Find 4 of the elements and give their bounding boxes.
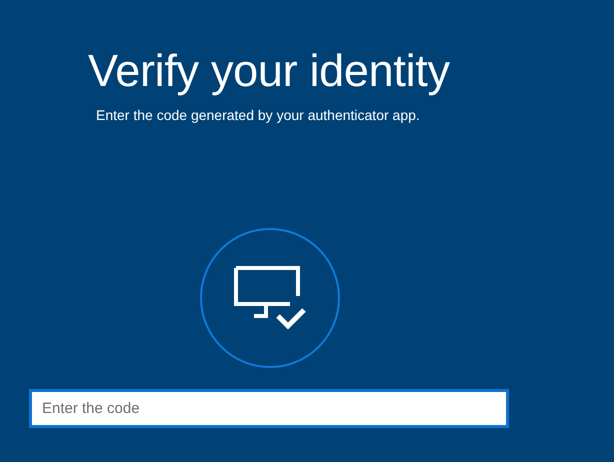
page-title: Verify your identity [88,44,450,98]
instruction-text: Enter the code generated by your authenticator app. [96,106,420,124]
code-input-field[interactable]: Enter the code [29,389,509,428]
monitor-check-icon [234,266,306,330]
